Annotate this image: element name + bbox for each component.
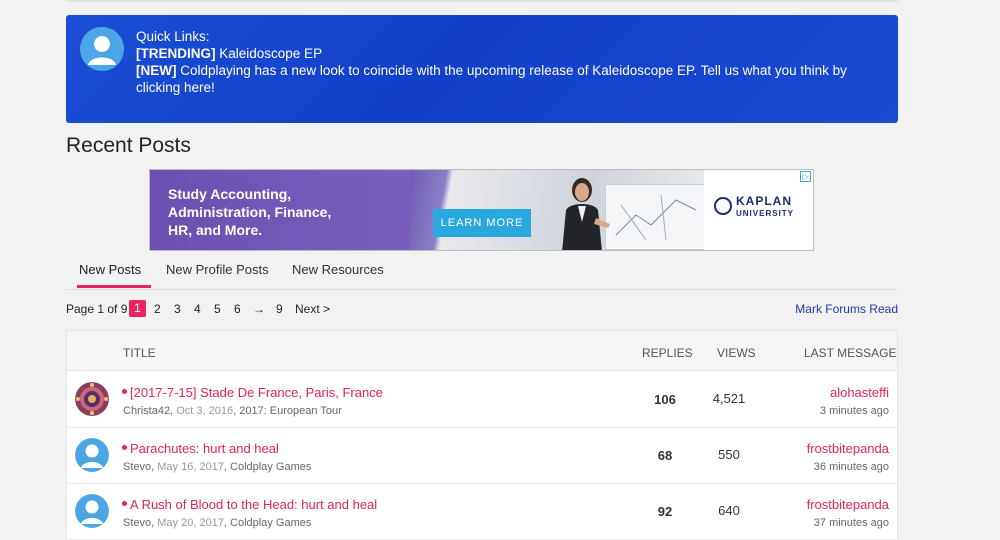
quick-links-text: Quick Links: [TRENDING] Kaleidoscope EP … xyxy=(136,28,876,96)
threads-table: TITLE REPLIES VIEWS LAST MESSAGE [2017-7… xyxy=(66,330,898,540)
unread-dot-icon xyxy=(122,389,127,395)
default-avatar-icon[interactable] xyxy=(75,438,109,472)
kaplan-logo: KAPLAN UNIVERSITY xyxy=(714,192,809,222)
trending-link[interactable]: [TRENDING] Kaleidoscope EP xyxy=(136,45,876,62)
page-link[interactable]: 2 xyxy=(154,302,161,316)
recent-posts-tabs: New Posts New Profile Posts New Resource… xyxy=(66,256,898,290)
col-last-message[interactable]: LAST MESSAGE xyxy=(804,346,896,360)
tab-new-posts[interactable]: New Posts xyxy=(79,262,141,277)
tab-new-profile-posts[interactable]: New Profile Posts xyxy=(166,262,269,277)
views-count: 640 xyxy=(718,503,740,518)
unread-dot-icon xyxy=(122,445,127,451)
replies-count: 68 xyxy=(657,448,673,463)
last-message-time[interactable]: 37 minutes ago xyxy=(814,517,889,529)
thread-title-link[interactable]: Parachutes: hurt and heal xyxy=(122,441,279,456)
page-current[interactable]: 1 xyxy=(129,300,146,317)
thread-meta: Stevo, May 16, 2017, Coldplay Games xyxy=(123,461,312,473)
default-avatar-icon xyxy=(80,27,124,71)
thread-date: May 16, 2017 xyxy=(157,461,224,473)
active-tab-indicator xyxy=(77,285,151,288)
thread-forum[interactable]: Coldplay Games xyxy=(230,461,311,473)
last-message-time[interactable]: 3 minutes ago xyxy=(820,405,889,417)
thread-forum[interactable]: Coldplay Games xyxy=(230,517,311,529)
whiteboard-image xyxy=(605,184,705,250)
table-row: Parachutes: hurt and heal Stevo, May 16,… xyxy=(67,428,897,484)
last-message-time[interactable]: 36 minutes ago xyxy=(814,461,889,473)
col-replies[interactable]: REPLIES xyxy=(642,346,693,360)
top-divider xyxy=(66,0,898,2)
thread-date: Oct 3, 2016 xyxy=(176,405,234,417)
thread-meta: Christa42, Oct 3, 2016, 2017: European T… xyxy=(123,405,342,417)
table-row: A Rush of Blood to the Head: hurt and he… xyxy=(67,484,897,540)
unread-dot-icon xyxy=(122,501,127,507)
col-views[interactable]: VIEWS xyxy=(717,346,756,360)
page-link-last[interactable]: 9 xyxy=(276,302,283,316)
next-page-link[interactable]: Next > xyxy=(295,302,330,316)
mandala-avatar-icon[interactable] xyxy=(75,382,109,416)
new-look-link[interactable]: [NEW] Coldplaying has a new look to coin… xyxy=(136,62,876,96)
tab-new-resources[interactable]: New Resources xyxy=(292,262,384,277)
presenter-image xyxy=(550,174,612,250)
thread-title-link[interactable]: [2017-7-15] Stade De France, Paris, Fran… xyxy=(122,385,383,400)
thread-forum[interactable]: 2017: European Tour xyxy=(239,405,342,417)
views-count: 4,521 xyxy=(712,391,746,406)
default-avatar-icon[interactable] xyxy=(75,494,109,528)
ad-headline: Study Accounting, Administration, Financ… xyxy=(168,186,332,238)
last-message-user[interactable]: alohasteffi xyxy=(830,385,889,400)
page-link[interactable]: 4 xyxy=(194,302,201,316)
replies-count: 92 xyxy=(657,504,673,519)
page-link[interactable]: 3 xyxy=(174,302,181,316)
table-header: TITLE REPLIES VIEWS LAST MESSAGE xyxy=(67,331,897,371)
replies-count: 106 xyxy=(654,392,676,407)
ad-choices-icon[interactable]: ▷ xyxy=(800,171,811,182)
page-link[interactable]: 5 xyxy=(214,302,221,316)
thread-author[interactable]: Christa42 xyxy=(123,405,170,417)
mark-forums-read-link[interactable]: Mark Forums Read xyxy=(795,302,898,316)
last-message-user[interactable]: frostbitepanda xyxy=(807,441,889,456)
table-row: [2017-7-15] Stade De France, Paris, Fran… xyxy=(67,372,897,428)
thread-meta: Stevo, May 20, 2017, Coldplay Games xyxy=(123,517,312,529)
ad-banner[interactable]: Study Accounting, Administration, Financ… xyxy=(149,169,814,251)
quick-links-banner: Quick Links: [TRENDING] Kaleidoscope EP … xyxy=(66,15,898,123)
thread-author[interactable]: Stevo xyxy=(123,517,151,529)
page-link[interactable]: 6 xyxy=(234,302,241,316)
last-message-user[interactable]: frostbitepanda xyxy=(807,497,889,512)
page-count: Page 1 of 9 xyxy=(66,302,128,316)
views-count: 550 xyxy=(718,447,740,462)
thread-title-link[interactable]: A Rush of Blood to the Head: hurt and he… xyxy=(122,497,377,512)
learn-more-button[interactable]: LEARN MORE xyxy=(433,209,531,237)
page-jump-arrow[interactable]: → xyxy=(253,302,265,316)
page-title: Recent Posts xyxy=(66,134,191,157)
ad-logo-panel: KAPLAN UNIVERSITY xyxy=(704,170,813,250)
thread-author[interactable]: Stevo xyxy=(123,461,151,473)
thread-date: May 20, 2017 xyxy=(157,517,224,529)
quick-links-heading: Quick Links: xyxy=(136,29,210,44)
col-title[interactable]: TITLE xyxy=(123,346,156,360)
